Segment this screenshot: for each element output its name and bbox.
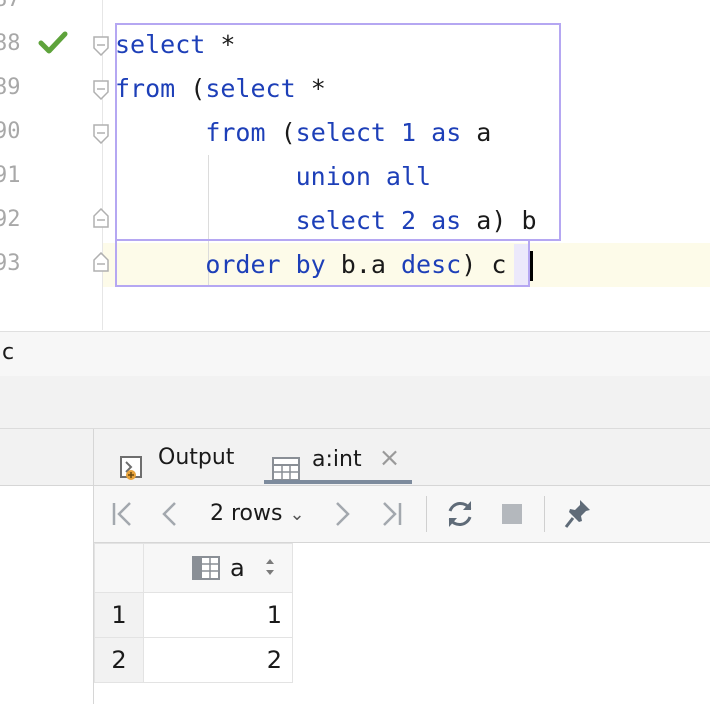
toolbar-separator <box>426 496 427 532</box>
fold-close-icon[interactable] <box>93 207 109 228</box>
line-number: 89 <box>0 75 21 100</box>
rows-count-dropdown[interactable]: 2 rows ⌄ <box>210 486 310 542</box>
row-number[interactable]: 1 <box>94 592 144 638</box>
close-icon[interactable]: × <box>379 443 401 473</box>
breadcrumb-bar: c <box>0 331 710 377</box>
text-caret <box>530 251 533 281</box>
tab-output-label: Output <box>158 445 235 470</box>
services-tree-header <box>0 429 93 486</box>
results-tabs: Output a:int × <box>94 429 710 486</box>
toolbar-separator <box>544 496 545 532</box>
column-header-label: a <box>230 554 245 582</box>
active-tab-underline <box>264 480 412 484</box>
fold-close-icon[interactable] <box>93 251 109 272</box>
line-number: 92 <box>0 207 21 232</box>
next-page-icon[interactable] <box>330 486 354 542</box>
statement-selection-outline <box>115 239 530 287</box>
column-header-a[interactable]: a <box>143 543 293 593</box>
table-cell[interactable]: 1 <box>143 592 293 638</box>
line-number: 87 <box>0 0 28 22</box>
line-number: 91 <box>0 163 21 188</box>
first-page-icon[interactable] <box>108 486 136 542</box>
fold-open-icon[interactable] <box>93 124 109 145</box>
table-cell[interactable]: 2 <box>143 637 293 683</box>
breadcrumb-item[interactable]: c <box>2 340 14 365</box>
code-editor[interactable]: 87 88 89 90 91 92 93 select * from (sele… <box>0 0 710 330</box>
grid-corner <box>94 543 144 593</box>
fold-open-icon[interactable] <box>93 36 109 57</box>
chevron-down-icon: ⌄ <box>289 504 305 525</box>
last-page-icon[interactable] <box>378 486 406 542</box>
check-icon <box>38 30 68 56</box>
fold-open-icon[interactable] <box>93 80 109 101</box>
refresh-icon[interactable] <box>444 486 476 542</box>
stop-icon[interactable] <box>498 486 526 542</box>
column-icon <box>192 556 220 580</box>
panel-divider <box>0 376 710 429</box>
rows-count-label: 2 rows <box>210 501 283 526</box>
row-number[interactable]: 2 <box>94 637 144 683</box>
line-number: 88 <box>0 31 21 56</box>
tab-result-a-int[interactable]: a:int × <box>272 429 400 485</box>
line-number: 93 <box>0 251 21 276</box>
statement-selection-outline <box>115 23 561 241</box>
tab-result-label: a:int <box>312 447 362 472</box>
console-output-icon <box>120 446 146 480</box>
table-icon <box>272 446 300 481</box>
sort-icon[interactable] <box>264 556 276 578</box>
results-toolbar: 2 rows ⌄ <box>94 486 710 543</box>
line-number: 90 <box>0 119 21 144</box>
tab-output[interactable]: Output <box>120 429 234 485</box>
previous-page-icon[interactable] <box>158 486 182 542</box>
result-grid[interactable]: a 1 1 2 2 <box>94 543 710 704</box>
pin-icon[interactable] <box>562 486 594 542</box>
